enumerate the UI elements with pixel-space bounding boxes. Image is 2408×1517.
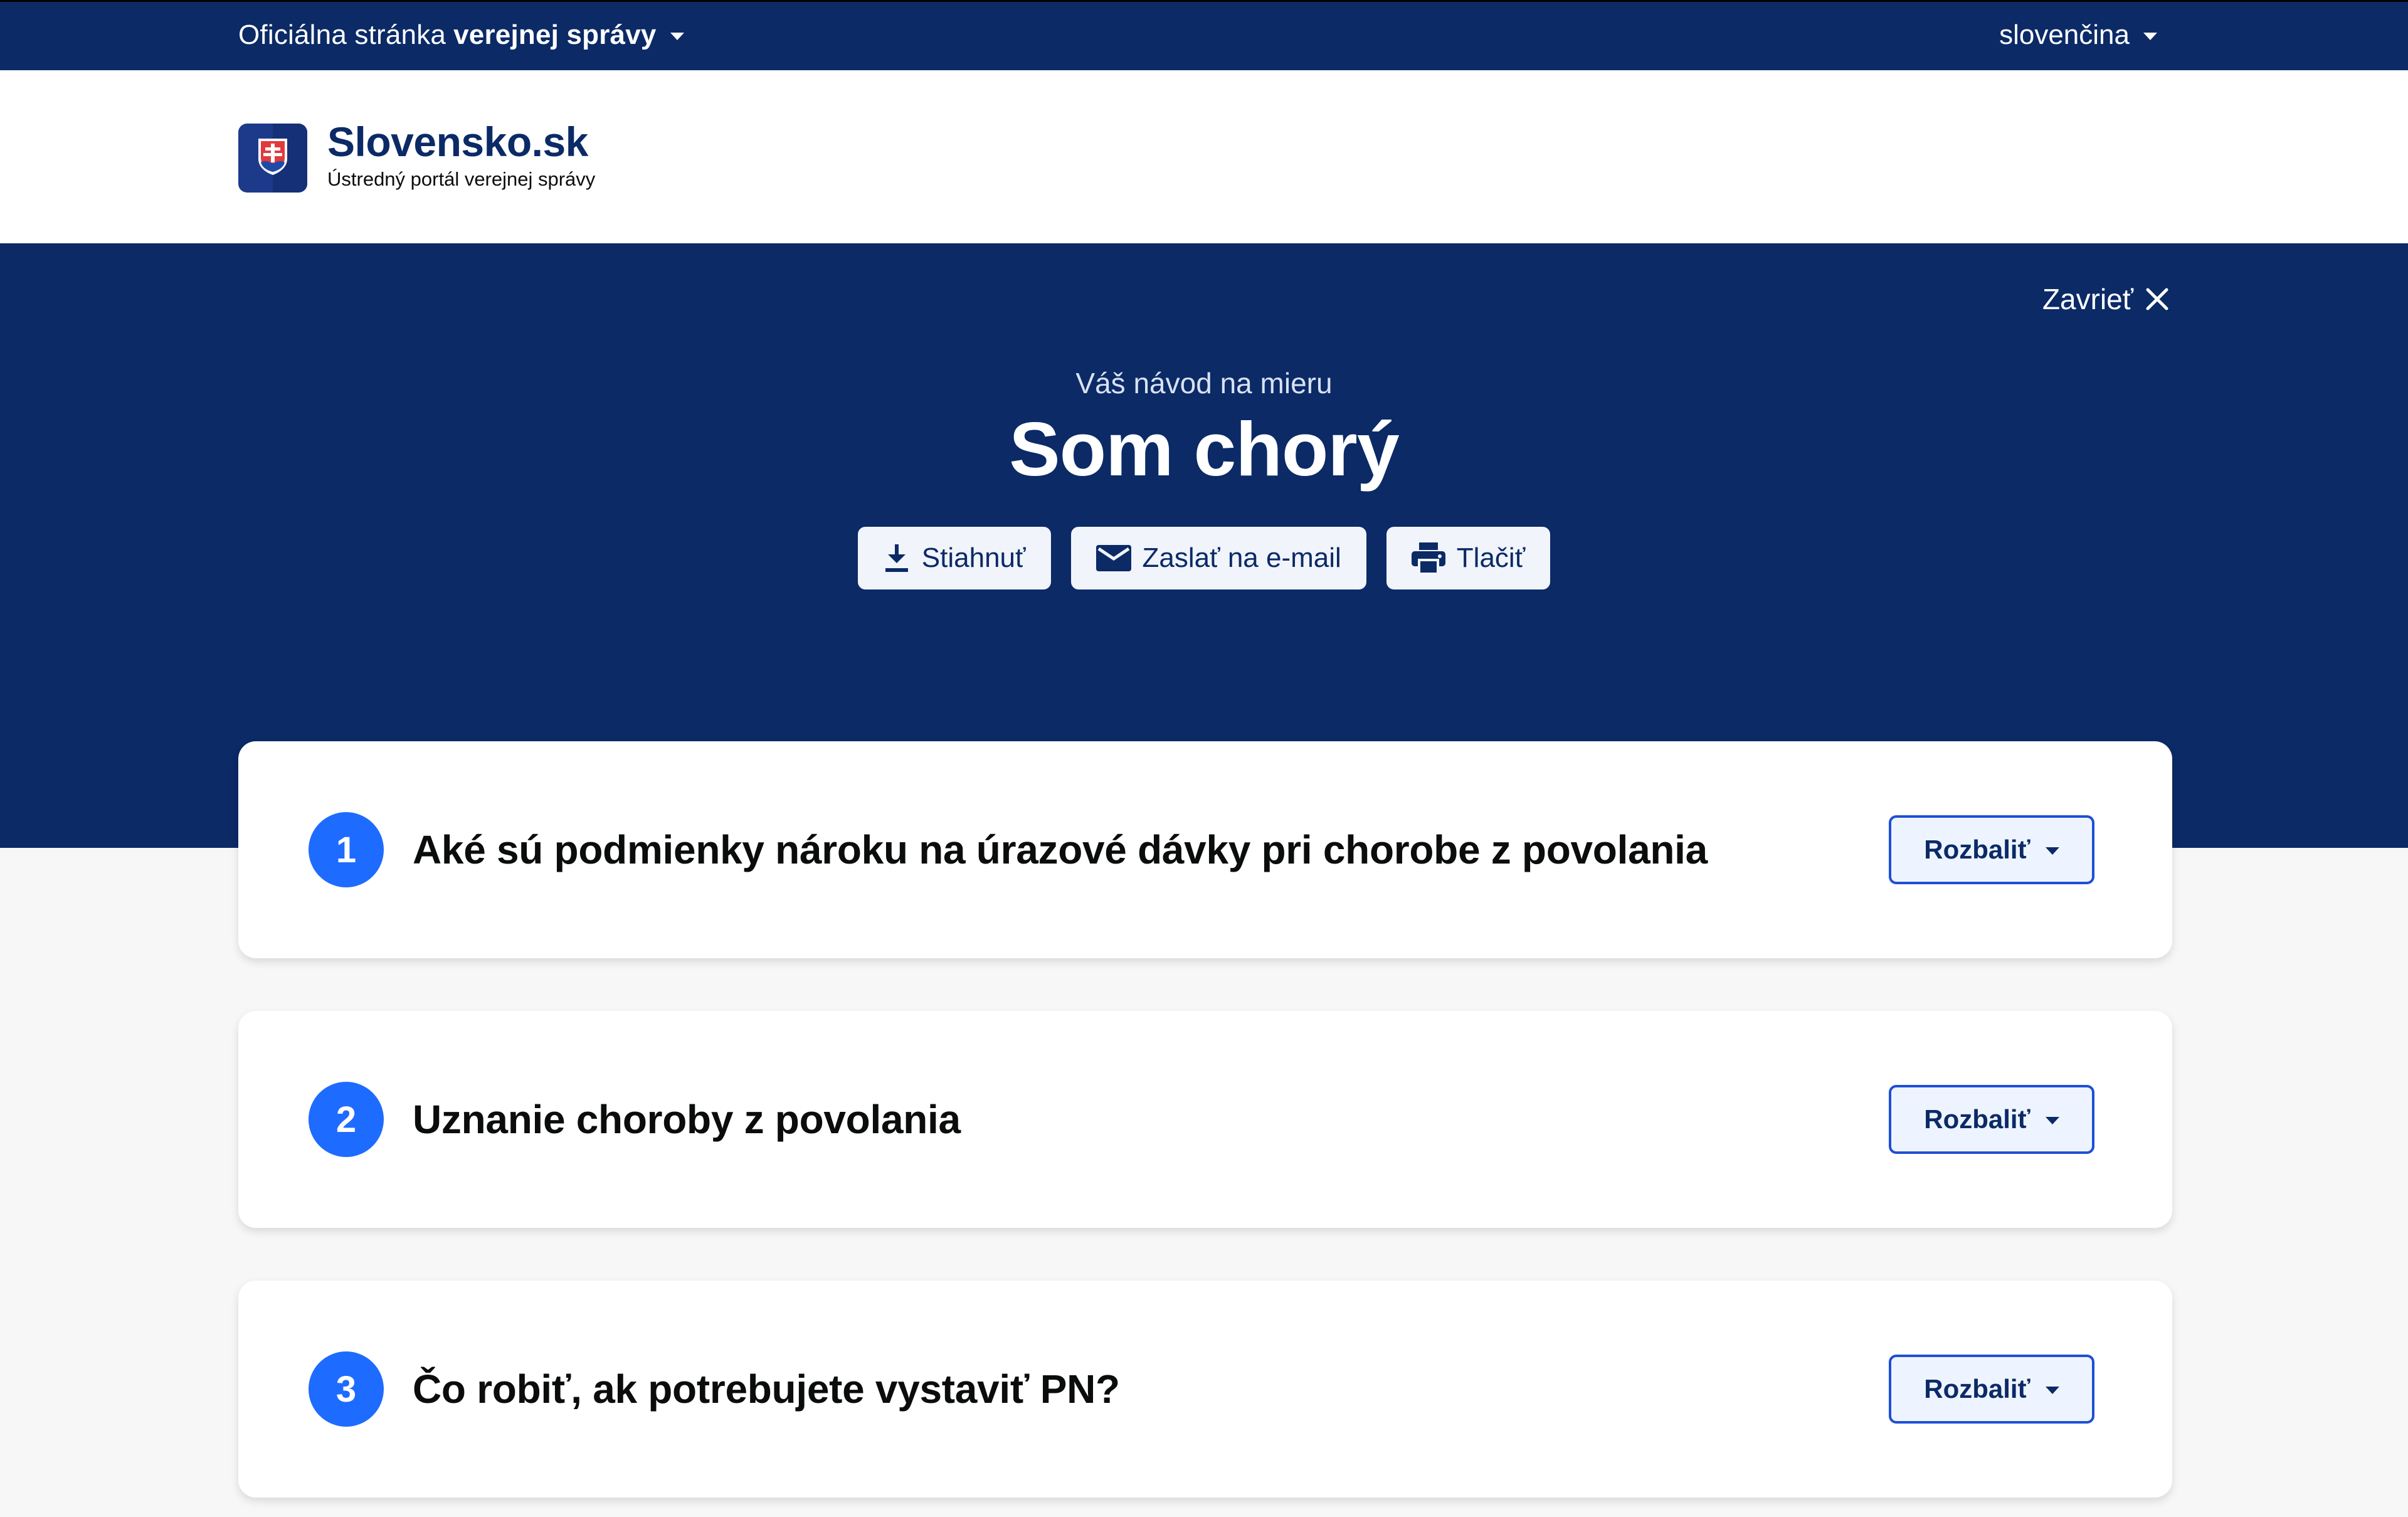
download-icon xyxy=(885,544,908,572)
hero-kicker: Váš návod na mieru xyxy=(1075,367,1333,399)
official-site-toggle[interactable]: Oficiálna stránka verejnej správy xyxy=(238,19,684,51)
chevron-down-icon xyxy=(2045,847,2059,855)
close-label: Zavrieť xyxy=(2042,283,2133,315)
slovensko-logo-icon[interactable] xyxy=(238,124,307,193)
chevron-down-icon xyxy=(2045,1117,2059,1124)
chevron-down-icon xyxy=(2143,33,2157,40)
step-card: 1 Aké sú podmienky nároku na úrazové dáv… xyxy=(238,741,2172,958)
mail-icon xyxy=(1096,545,1131,571)
step-title: Uznanie choroby z povolania xyxy=(413,1097,961,1142)
step-number: 2 xyxy=(309,1082,384,1157)
print-button[interactable]: Tlačiť xyxy=(1386,527,1551,589)
step-card: 2 Uznanie choroby z povolania Rozbaliť xyxy=(238,1011,2172,1228)
step-title: Aké sú podmienky nároku na úrazové dávky… xyxy=(413,827,1708,872)
expand-button[interactable]: Rozbaliť xyxy=(1889,1085,2094,1154)
chevron-down-icon xyxy=(670,33,684,40)
step-title: Čo robiť, ak potrebujete vystaviť PN? xyxy=(413,1366,1120,1412)
page-title: Som chorý xyxy=(1009,406,1400,492)
brand-subtitle: Ústredný portál verejnej správy xyxy=(327,168,596,190)
download-button[interactable]: Stiahnuť xyxy=(857,527,1051,589)
expand-button[interactable]: Rozbaliť xyxy=(1889,815,2094,884)
email-label: Zaslať na e-mail xyxy=(1142,542,1341,573)
step-card: 3 Čo robiť, ak potrebujete vystaviť PN? … xyxy=(238,1281,2172,1498)
language-selector[interactable]: slovenčina xyxy=(1999,19,2157,51)
expand-label: Rozbaliť xyxy=(1924,1104,2030,1134)
expand-button[interactable]: Rozbaliť xyxy=(1889,1355,2094,1424)
close-icon xyxy=(2146,288,2168,310)
page: Oficiálna stránka verejnej správy sloven… xyxy=(0,0,2408,1517)
step-number: 3 xyxy=(309,1351,384,1427)
email-button[interactable]: Zaslať na e-mail xyxy=(1070,527,1366,589)
download-label: Stiahnuť xyxy=(921,542,1026,573)
brand-name: Slovensko.sk xyxy=(327,119,588,165)
language-label: slovenčina xyxy=(1999,19,2130,50)
expand-label: Rozbaliť xyxy=(1924,1374,2030,1403)
official-prefix: Oficiálna stránka xyxy=(238,19,446,50)
expand-label: Rozbaliť xyxy=(1924,835,2030,864)
print-label: Tlačiť xyxy=(1456,542,1526,573)
site-header: Slovensko.sk Ústredný portál verejnej sp… xyxy=(0,70,2408,243)
close-button[interactable]: Zavrieť xyxy=(2042,282,2170,316)
action-buttons: Stiahnuť Zaslať na e-mail Tlačiť xyxy=(0,527,2408,589)
brand[interactable]: Slovensko.sk Ústredný portál verejnej sp… xyxy=(327,118,595,192)
print-icon xyxy=(1411,542,1445,574)
official-bar: Oficiálna stránka verejnej správy sloven… xyxy=(0,0,2408,70)
step-number: 1 xyxy=(309,812,384,887)
chevron-down-icon xyxy=(2045,1387,2059,1394)
official-bold: verejnej správy xyxy=(453,19,657,50)
